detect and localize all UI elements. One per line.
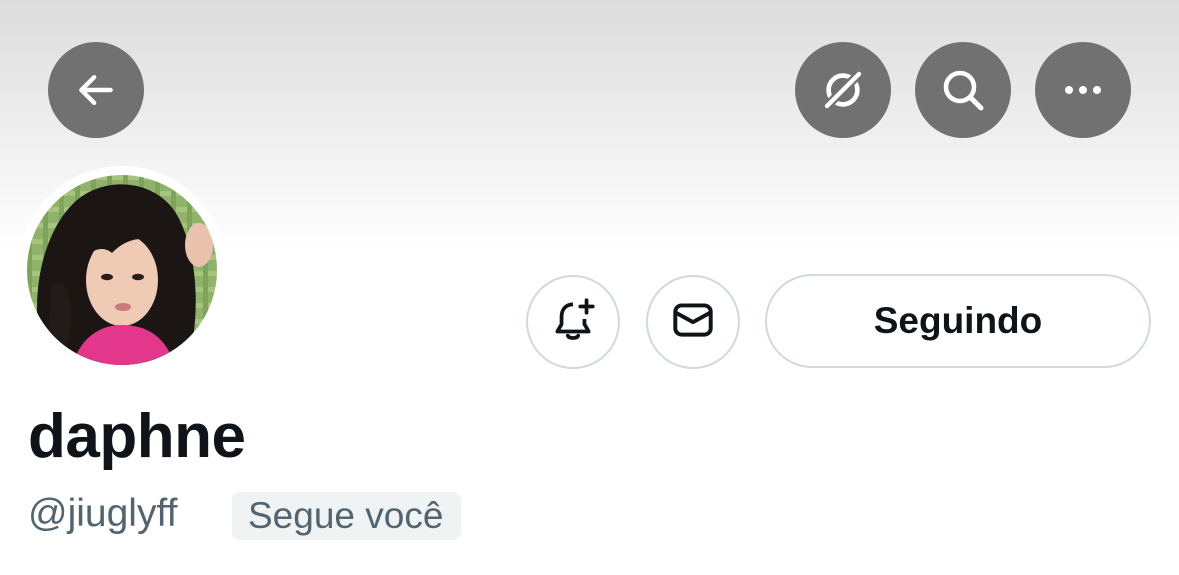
back-button[interactable] — [48, 42, 144, 138]
arrow-left-icon — [74, 68, 118, 112]
grok-icon — [819, 66, 867, 114]
avatar[interactable] — [27, 175, 217, 365]
following-button[interactable]: Seguindo — [765, 274, 1151, 368]
follows-you-badge: Segue você — [232, 492, 462, 540]
bell-plus-icon — [548, 295, 598, 350]
search-button[interactable] — [915, 42, 1011, 138]
more-horizontal-icon — [1059, 66, 1107, 114]
grok-button[interactable] — [795, 42, 891, 138]
envelope-icon — [668, 295, 718, 350]
message-button[interactable] — [646, 275, 740, 369]
search-icon — [939, 66, 987, 114]
display-name: daphne — [28, 402, 246, 471]
more-options-button[interactable] — [1035, 42, 1131, 138]
following-button-label: Seguindo — [873, 300, 1043, 341]
notifications-button[interactable] — [526, 275, 620, 369]
user-handle: @jiuglyff — [28, 492, 178, 535]
